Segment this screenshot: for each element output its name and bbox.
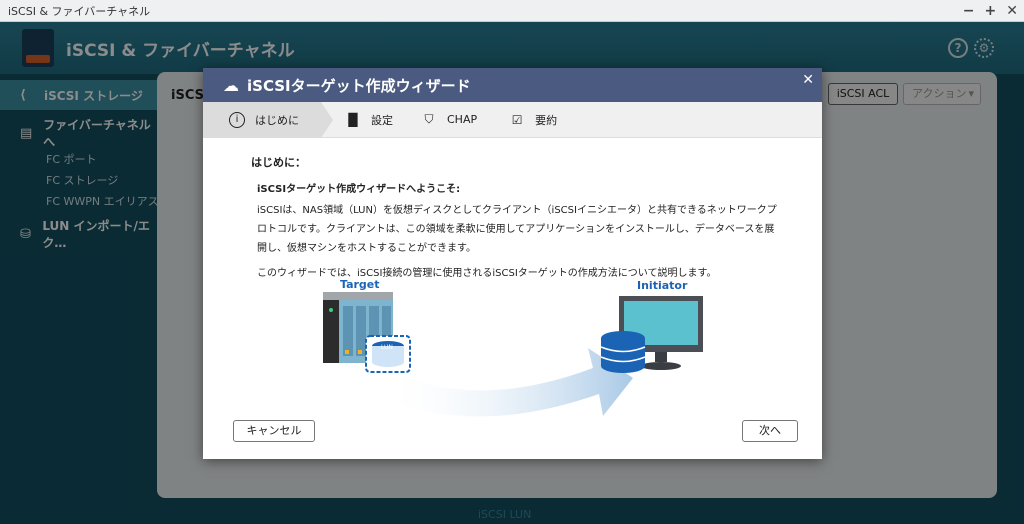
- close-window-button[interactable]: ✕: [1006, 3, 1018, 19]
- target-label: Target: [340, 278, 380, 291]
- step-label: CHAP: [447, 113, 478, 126]
- wizard-icon: ☁: [223, 75, 239, 95]
- minimize-button[interactable]: −: [963, 3, 975, 19]
- wizard-dialog: ☁ iSCSIターゲット作成ウィザード ✕ i はじめに ▐▌ 設定 ⛉ CHA…: [203, 68, 822, 459]
- maximize-button[interactable]: +: [985, 3, 997, 19]
- window-titlebar: iSCSI & ファイバーチャネル − + ✕: [0, 0, 1024, 22]
- initiator-label: Initiator: [637, 279, 688, 292]
- step-settings: ▐▌ 設定: [343, 102, 393, 138]
- intro-heading: はじめに：: [251, 156, 306, 169]
- illustration-graphic: LUN: [323, 292, 703, 417]
- wizard-title: iSCSIターゲット作成ウィザード: [247, 76, 471, 95]
- window-controls: − + ✕: [963, 0, 1018, 22]
- wizard-header: ☁ iSCSIターゲット作成ウィザード: [203, 68, 822, 102]
- iscsi-illustration: LUN Target Initiator iSCSI: [303, 278, 723, 418]
- wizard-steps: i はじめに ▐▌ 設定 ⛉ CHAP ☑ 要約: [203, 101, 822, 138]
- next-button[interactable]: 次へ: [742, 420, 798, 442]
- cancel-button[interactable]: キャンセル: [233, 420, 315, 442]
- step-label: 要約: [535, 113, 558, 127]
- step-label: 設定: [371, 113, 393, 127]
- welcome-heading: iSCSIターゲット作成ウィザードへようこそ:: [257, 184, 461, 195]
- settings-bar-icon: ▐▌: [343, 112, 363, 127]
- close-icon[interactable]: ✕: [802, 72, 814, 88]
- iscsi-arrow-label: iSCSI: [479, 374, 517, 389]
- window-title: iSCSI & ファイバーチャネル: [8, 4, 151, 18]
- footer-text: iSCSI LUN: [478, 508, 532, 521]
- description-paragraph: iSCSIは、NAS領域（LUN）を仮想ディスクとしてクライアント（iSCSIイ…: [257, 205, 777, 254]
- step-chap: ⛉ CHAP: [421, 102, 477, 138]
- shield-icon: ⛉: [424, 112, 434, 126]
- step-intro: i はじめに: [203, 101, 333, 138]
- info-icon: i: [229, 111, 245, 128]
- lun-label: LUN: [381, 344, 393, 351]
- step-summary: ☑ 要約: [509, 102, 557, 138]
- wizard-body: はじめに： iSCSIターゲット作成ウィザードへようこそ: iSCSIは、NAS…: [203, 138, 822, 283]
- summary-icon: ☑: [511, 112, 523, 127]
- step-label: はじめに: [255, 113, 299, 127]
